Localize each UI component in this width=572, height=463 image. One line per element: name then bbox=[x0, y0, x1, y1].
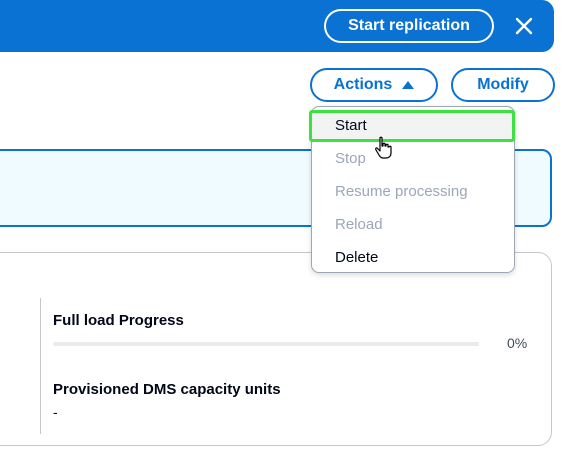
provisioned-capacity-label: Provisioned DMS capacity units bbox=[53, 381, 281, 398]
details-card bbox=[0, 252, 552, 446]
full-load-progress-label: Full load Progress bbox=[53, 312, 184, 329]
full-load-progress-bar bbox=[53, 342, 479, 346]
modify-button[interactable]: Modify bbox=[451, 68, 555, 102]
menu-item-resume-processing[interactable]: Resume processing bbox=[335, 183, 468, 200]
actions-button-label: Actions bbox=[333, 76, 393, 93]
notification-banner: Start replication bbox=[0, 0, 554, 52]
close-icon[interactable] bbox=[512, 14, 536, 38]
caret-up-icon bbox=[402, 81, 415, 89]
column-divider bbox=[40, 298, 41, 434]
page: Start replication Actions Modify Full lo… bbox=[0, 0, 572, 463]
start-replication-button[interactable]: Start replication bbox=[324, 9, 494, 43]
full-load-progress-percent: 0% bbox=[507, 335, 528, 351]
menu-item-delete[interactable]: Delete bbox=[335, 249, 378, 266]
menu-item-stop[interactable]: Stop bbox=[335, 150, 366, 167]
menu-item-start[interactable]: Start bbox=[335, 117, 367, 134]
provisioned-capacity-value: - bbox=[53, 404, 58, 420]
menu-item-reload[interactable]: Reload bbox=[335, 216, 383, 233]
actions-button[interactable]: Actions bbox=[310, 68, 438, 102]
